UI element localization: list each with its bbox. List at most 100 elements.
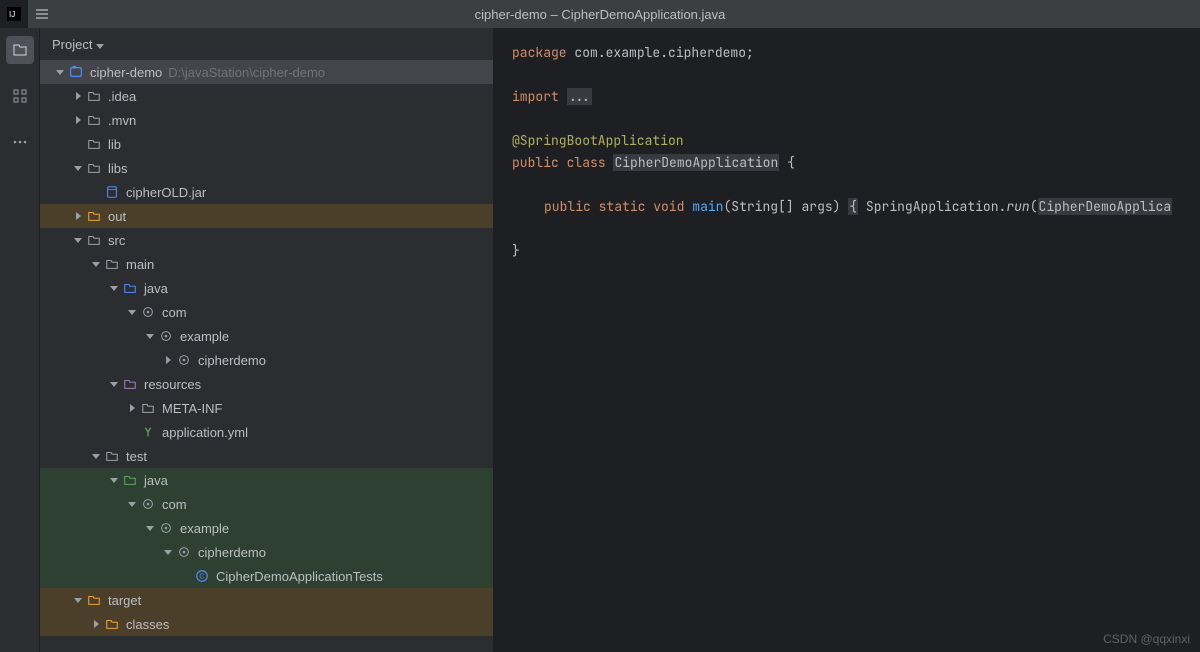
tree-item-label: META-INF	[162, 401, 222, 416]
tree-arrow-icon[interactable]	[106, 478, 122, 483]
tree-row[interactable]: out	[40, 204, 493, 228]
main-menu-icon[interactable]	[28, 7, 56, 21]
tree-row[interactable]: com	[40, 492, 493, 516]
folder-icon	[86, 592, 102, 608]
pkg-icon	[176, 352, 192, 368]
tree-item-label: application.yml	[162, 425, 248, 440]
class-icon: C	[194, 568, 210, 584]
brace-close: }	[512, 242, 520, 259]
tree-item-label: test	[126, 449, 147, 464]
pkg-icon	[140, 304, 156, 320]
tree-row[interactable]: lib	[40, 132, 493, 156]
tree-arrow-icon[interactable]	[88, 262, 104, 267]
project-tool-button[interactable]	[6, 36, 34, 64]
tree-row[interactable]: java	[40, 468, 493, 492]
tree-arrow-icon[interactable]	[70, 92, 86, 100]
tree-arrow-icon[interactable]	[70, 598, 86, 603]
left-toolstrip	[0, 28, 40, 652]
kw-import: import	[512, 88, 559, 105]
pkg-icon	[140, 496, 156, 512]
sidebar-header[interactable]: Project	[40, 28, 493, 60]
folder-test-icon	[122, 472, 138, 488]
project-tree[interactable]: cipher-demoD:\javaStation\cipher-demo .id…	[40, 60, 493, 652]
tree-item-label: classes	[126, 617, 169, 632]
structure-tool-button[interactable]	[6, 82, 34, 110]
tree-row[interactable]: cipherdemo	[40, 540, 493, 564]
svg-text:IJ: IJ	[9, 10, 15, 19]
tree-item-label: src	[108, 233, 125, 248]
tree-arrow-icon[interactable]	[124, 502, 140, 507]
kw-void: void	[653, 198, 684, 215]
fn-main: main	[692, 198, 723, 215]
tree-item-label: libs	[108, 161, 128, 176]
tree-arrow-icon[interactable]	[142, 334, 158, 339]
package-name: com.example.cipherdemo;	[574, 44, 753, 61]
tree-row[interactable]: main	[40, 252, 493, 276]
folder-icon	[104, 256, 120, 272]
tree-row[interactable]: example	[40, 516, 493, 540]
import-fold[interactable]: ...	[567, 88, 592, 105]
tree-item-label: resources	[144, 377, 201, 392]
code-editor[interactable]: package com.example.cipherdemo; import .…	[494, 28, 1200, 652]
tree-row[interactable]: .idea	[40, 84, 493, 108]
tree-item-label: example	[180, 329, 229, 344]
tree-row[interactable]: .mvn	[40, 108, 493, 132]
tree-row[interactable]: CCipherDemoApplicationTests	[40, 564, 493, 588]
folder-src-icon	[122, 280, 138, 296]
project-sidebar: Project cipher-demoD:\javaStation\cipher…	[40, 28, 494, 652]
app-icon: IJ	[0, 0, 28, 28]
tree-item-path: D:\javaStation\cipher-demo	[168, 65, 325, 80]
tree-row[interactable]: classes	[40, 612, 493, 636]
tree-item-label: out	[108, 209, 126, 224]
folder-icon	[104, 448, 120, 464]
chevron-down-icon	[96, 37, 104, 52]
tree-row[interactable]: com	[40, 300, 493, 324]
brace-open: {	[787, 154, 795, 171]
tree-row[interactable]: application.yml	[40, 420, 493, 444]
tree-arrow-icon[interactable]	[124, 404, 140, 412]
folder-icon	[104, 616, 120, 632]
titlebar: IJ cipher-demo – CipherDemoApplication.j…	[0, 0, 1200, 28]
tree-row[interactable]: src	[40, 228, 493, 252]
tree-arrow-icon[interactable]	[70, 116, 86, 124]
tree-row[interactable]: libs	[40, 156, 493, 180]
tree-arrow-icon[interactable]	[70, 212, 86, 220]
tree-item-label: java	[144, 473, 168, 488]
tree-arrow-icon[interactable]	[106, 286, 122, 291]
tree-row[interactable]: cipherOLD.jar	[40, 180, 493, 204]
pkg-icon	[158, 328, 174, 344]
tree-row[interactable]: target	[40, 588, 493, 612]
tree-item-label: com	[162, 497, 187, 512]
tree-row[interactable]: META-INF	[40, 396, 493, 420]
tree-arrow-icon[interactable]	[52, 70, 68, 75]
annotation: @SpringBootApplication	[512, 132, 684, 149]
tree-row[interactable]: cipher-demoD:\javaStation\cipher-demo	[40, 60, 493, 84]
tree-arrow-icon[interactable]	[70, 238, 86, 243]
tree-arrow-icon[interactable]	[142, 526, 158, 531]
jar-icon	[104, 184, 120, 200]
tree-arrow-icon[interactable]	[106, 382, 122, 387]
tree-item-label: .idea	[108, 89, 136, 104]
yml-icon	[140, 424, 156, 440]
tree-row[interactable]: test	[40, 444, 493, 468]
tree-row[interactable]: resources	[40, 372, 493, 396]
more-tool-button[interactable]	[6, 128, 34, 156]
tree-item-label: cipherdemo	[198, 545, 266, 560]
tree-item-label: .mvn	[108, 113, 136, 128]
tree-arrow-icon[interactable]	[124, 310, 140, 315]
tree-arrow-icon[interactable]	[88, 620, 104, 628]
tree-item-label: main	[126, 257, 154, 272]
tree-arrow-icon[interactable]	[160, 550, 176, 555]
tree-row[interactable]: java	[40, 276, 493, 300]
window-title: cipher-demo – CipherDemoApplication.java	[56, 7, 1144, 22]
svg-text:C: C	[199, 574, 204, 581]
tree-arrow-icon[interactable]	[160, 356, 176, 364]
watermark: CSDN @qqxinxi	[1103, 632, 1190, 646]
tree-arrow-icon[interactable]	[70, 166, 86, 171]
tree-row[interactable]: example	[40, 324, 493, 348]
fn-run: run	[1006, 198, 1029, 215]
tree-arrow-icon[interactable]	[88, 454, 104, 459]
brace-open2: {	[848, 198, 858, 215]
tree-item-label: cipherdemo	[198, 353, 266, 368]
tree-row[interactable]: cipherdemo	[40, 348, 493, 372]
